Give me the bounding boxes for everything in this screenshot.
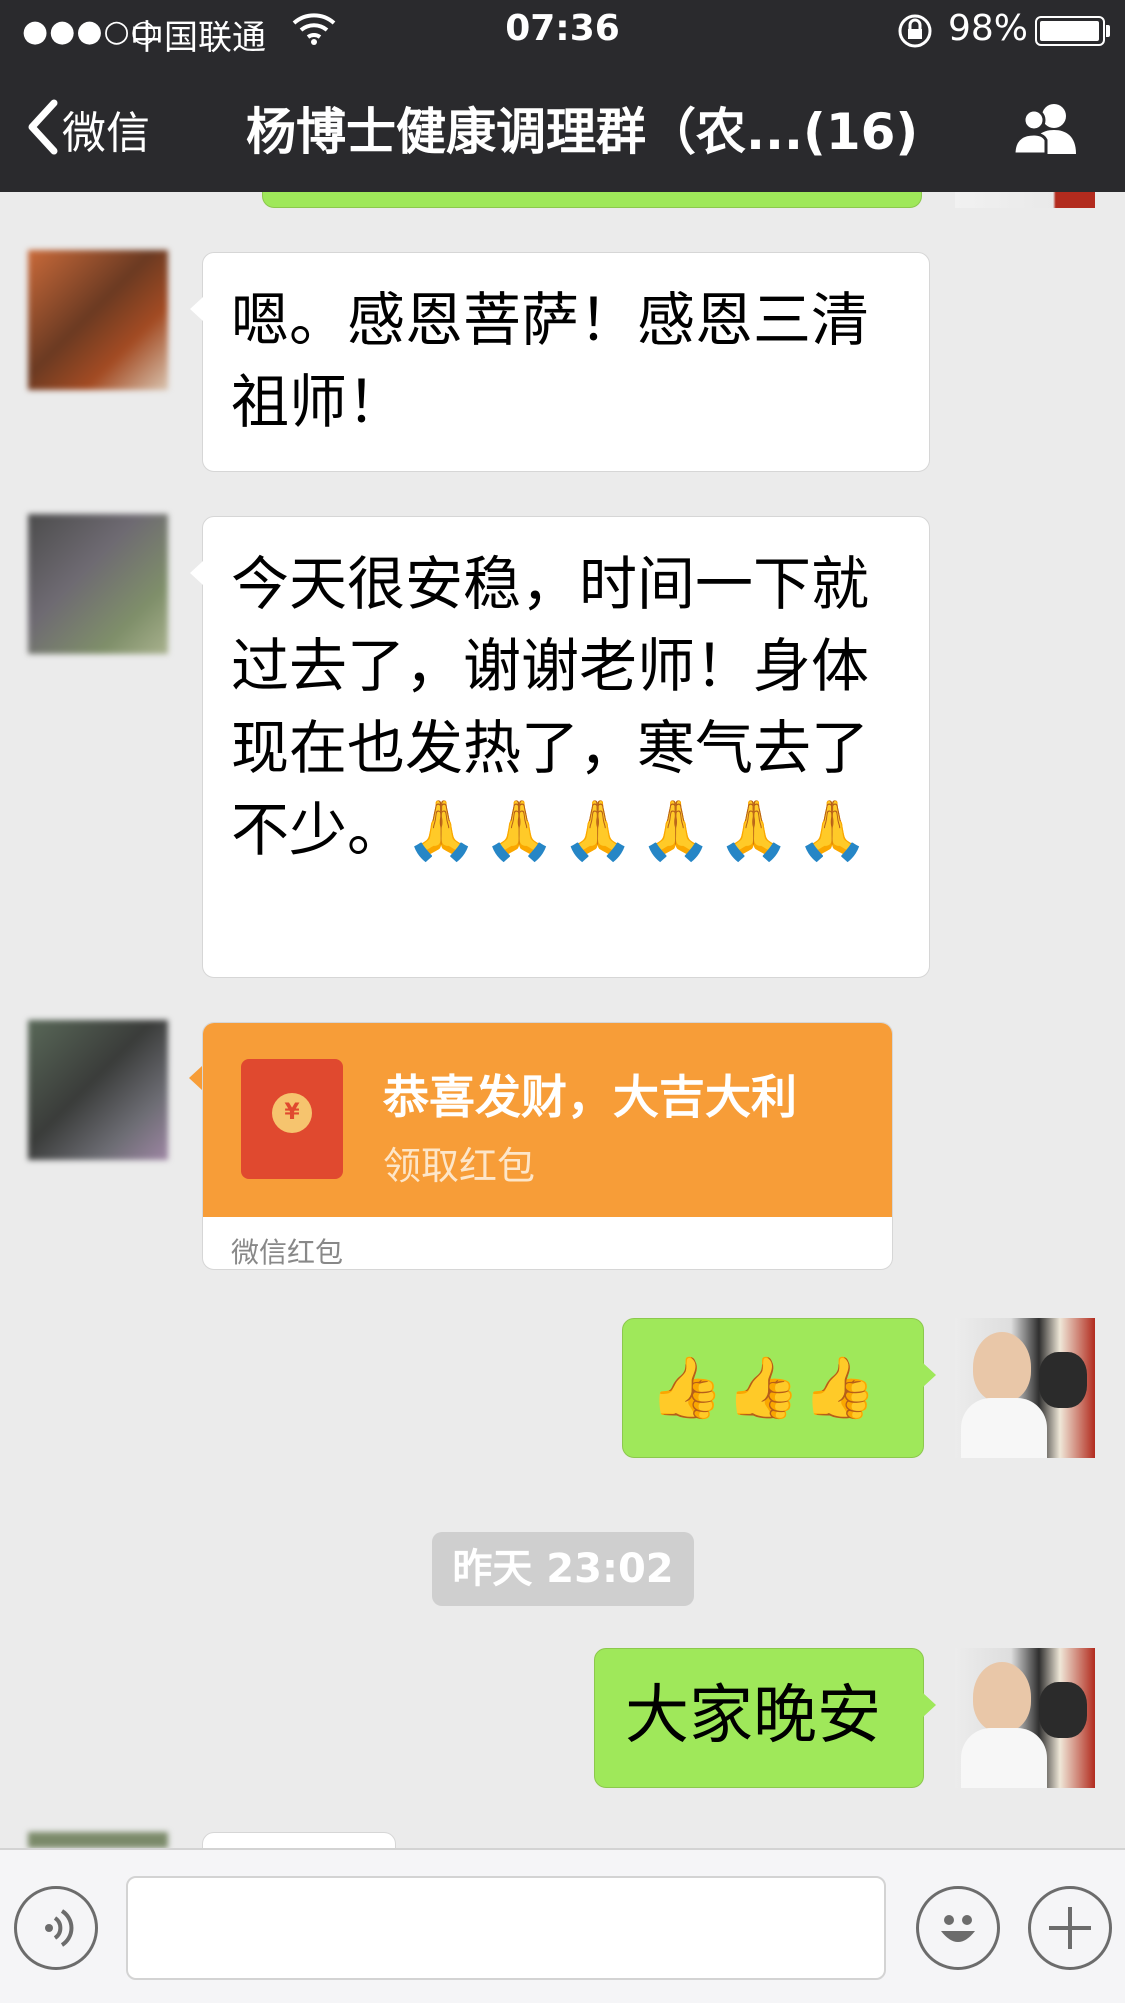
red-packet-footer: 微信红包 — [231, 1236, 344, 1269]
prayer-emoji: 🙏🙏🙏🙏🙏🙏 — [405, 796, 875, 864]
message-text: 今天很安稳，时间一下就过去了，谢谢老师！身体现在也发热了，寒气去了不少。🙏🙏🙏🙏… — [231, 543, 901, 871]
chat-area[interactable]: 嗯。感恩菩萨！感恩三清祖师！ 今天很安稳，时间一下就过去了，谢谢老师！身体现在也… — [0, 192, 1125, 1848]
timestamp: 昨天 23:02 — [432, 1532, 694, 1606]
emoji-button[interactable] — [916, 1886, 1000, 1970]
battery-tip — [1106, 25, 1110, 37]
back-label: 微信 — [62, 108, 150, 159]
message-text: 嗯。感恩菩萨！感恩三清祖师！ — [231, 286, 870, 436]
avatar[interactable] — [28, 1020, 168, 1160]
message-bubble[interactable]: 大家晚安 — [594, 1648, 936, 1788]
red-packet-tail — [189, 1066, 202, 1090]
bubble-tail — [923, 1363, 936, 1387]
message-text: 大家晚安 — [625, 1679, 881, 1753]
red-packet-card[interactable]: ¥ 恭喜发财，大吉大利 领取红包 微信红包 — [202, 1022, 893, 1270]
emoji-icon — [929, 1899, 987, 1961]
red-packet-title: 恭喜发财，大吉大利 — [383, 1070, 797, 1124]
red-packet-subtitle: 领取红包 — [383, 1144, 536, 1188]
plus-icon — [1045, 1903, 1095, 1957]
voice-button[interactable] — [14, 1886, 98, 1970]
battery-percent: 98% — [948, 8, 1029, 49]
thumbs-up-emoji: 👍👍👍 — [649, 1353, 880, 1423]
bubble-tail — [923, 1693, 936, 1717]
bubble-tail — [190, 561, 203, 585]
avatar[interactable] — [955, 192, 1095, 208]
rotation-lock-icon — [896, 12, 934, 54]
group-members-icon[interactable] — [1010, 100, 1086, 160]
red-packet-header: ¥ 恭喜发财，大吉大利 领取红包 — [203, 1023, 892, 1217]
avatar[interactable] — [28, 514, 168, 654]
red-packet-icon: ¥ — [241, 1059, 343, 1179]
message-bubble[interactable]: 👍👍👍 — [622, 1318, 936, 1458]
more-button[interactable] — [1028, 1886, 1112, 1970]
battery-icon — [1035, 16, 1105, 46]
message-input[interactable] — [126, 1876, 886, 1980]
previous-outgoing-bubble — [262, 192, 922, 208]
avatar[interactable] — [955, 1318, 1095, 1458]
message-bubble[interactable]: 今天很安稳，时间一下就过去了，谢谢老师！身体现在也发热了，寒气去了不少。🙏🙏🙏🙏… — [190, 516, 930, 978]
header: ●●●○○ 中国联通 07:36 98% 微信 杨博士健康调理群（农...(16… — [0, 0, 1125, 192]
back-button[interactable]: 微信 — [26, 94, 150, 164]
yuan-coin-icon: ¥ — [272, 1093, 312, 1133]
chat-title: 杨博士健康调理群（农...(16) — [246, 103, 919, 161]
nav-bar: 微信 杨博士健康调理群（农...(16) — [0, 64, 1125, 192]
message-bubble[interactable]: 嗯。感恩菩萨！感恩三清祖师！ — [190, 252, 930, 472]
back-chevron-icon — [26, 99, 60, 159]
battery-fill — [1040, 21, 1099, 41]
bubble-tail — [190, 297, 203, 321]
avatar[interactable] — [955, 1648, 1095, 1788]
voice-icon — [35, 1905, 79, 1955]
avatar[interactable] — [28, 250, 168, 390]
next-message-bubble — [202, 1832, 396, 1848]
avatar[interactable] — [28, 1832, 168, 1848]
input-bar — [0, 1848, 1125, 2003]
status-bar: ●●●○○ 中国联通 07:36 98% — [0, 0, 1125, 64]
